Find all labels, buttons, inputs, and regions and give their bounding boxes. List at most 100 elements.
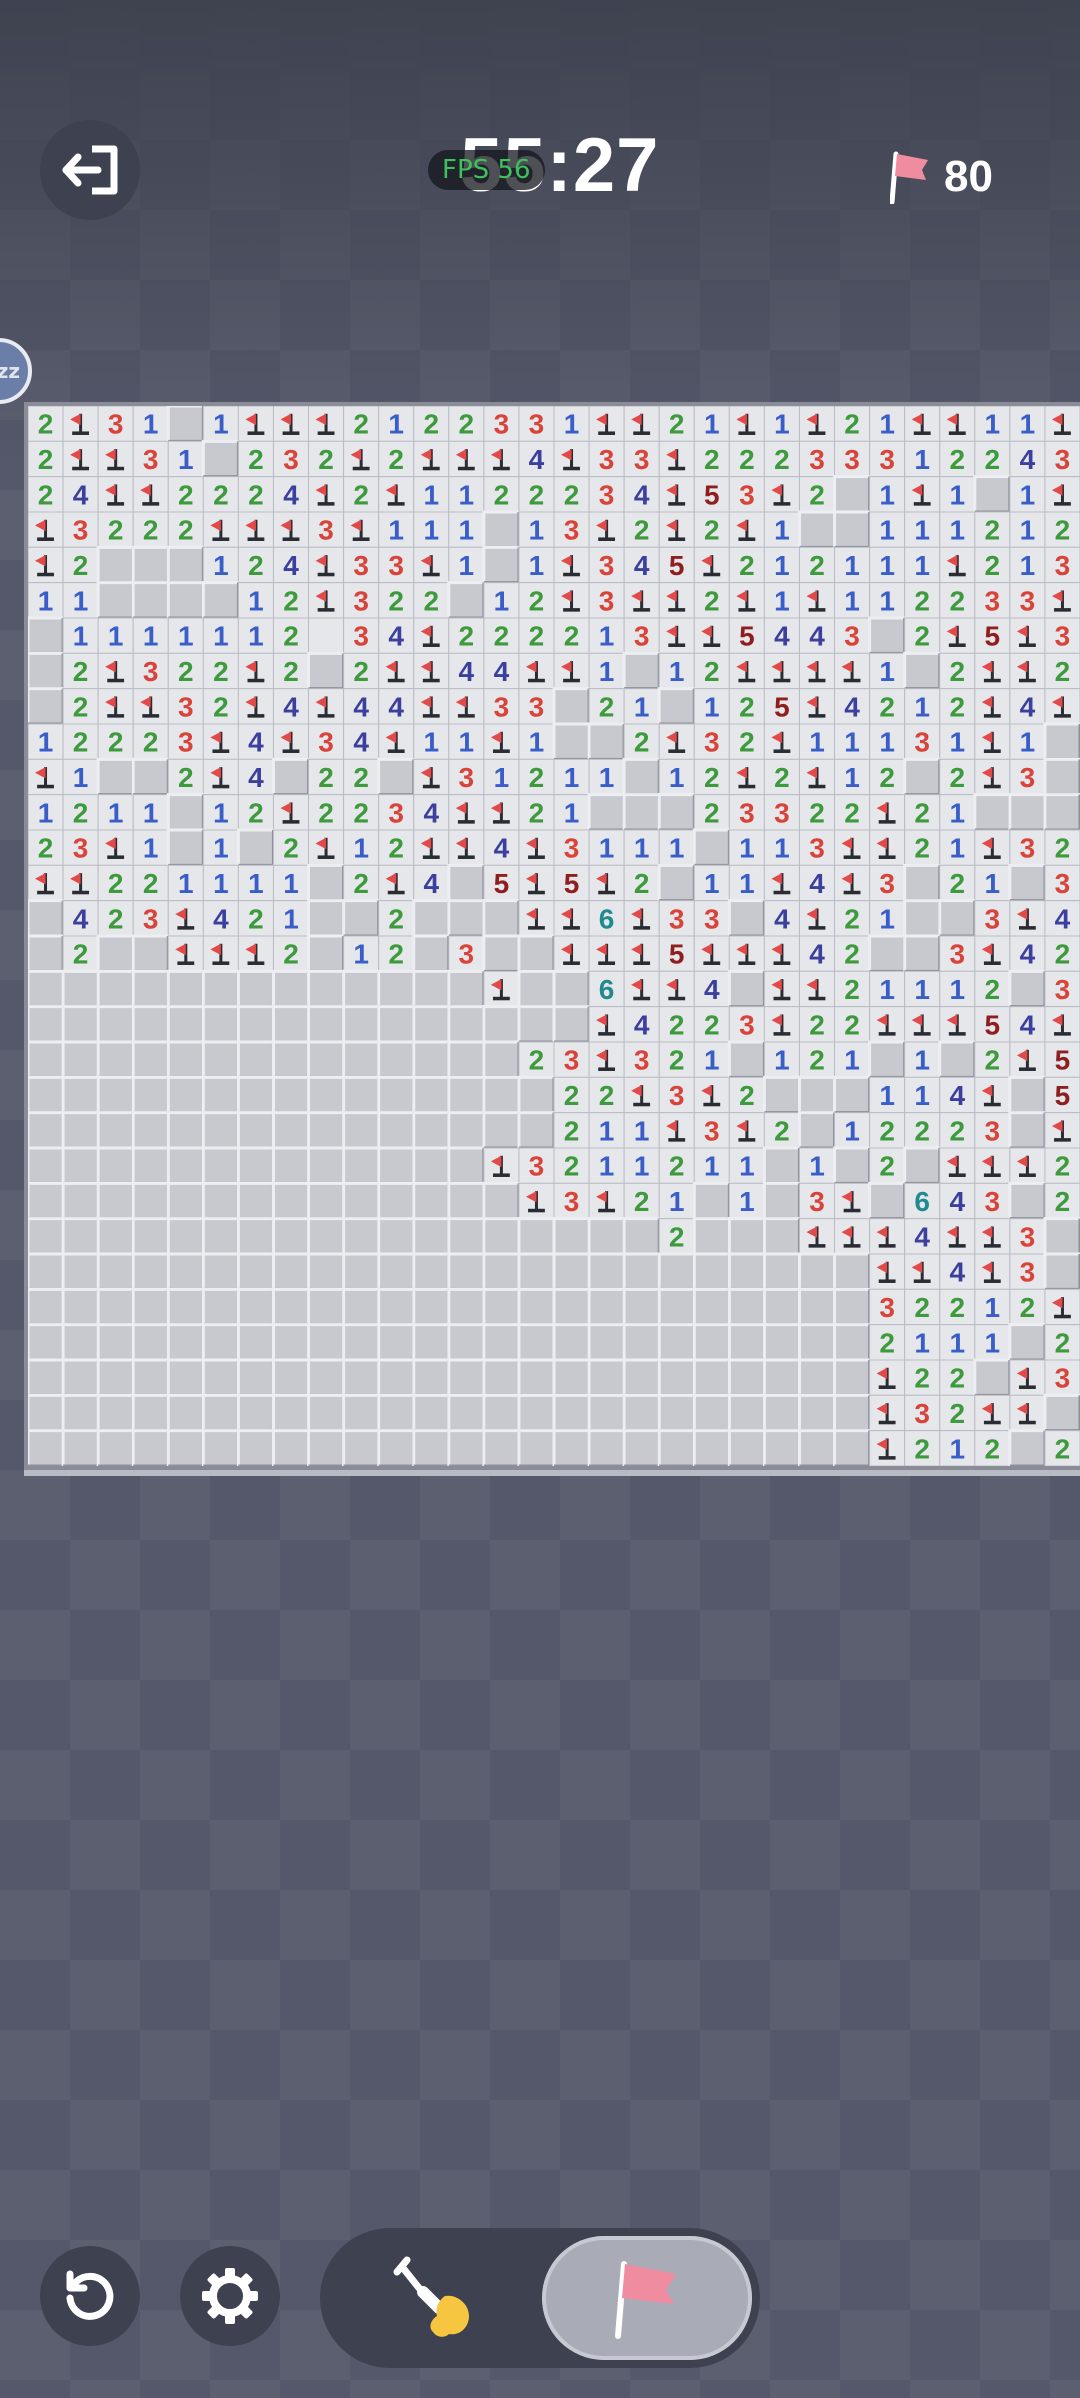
flagged-cell[interactable] bbox=[553, 582, 590, 619]
unrevealed-cell[interactable] bbox=[166, 1075, 205, 1115]
unrevealed-cell[interactable] bbox=[868, 934, 907, 973]
flagged-cell[interactable] bbox=[483, 794, 520, 831]
unrevealed-cell[interactable] bbox=[131, 581, 170, 620]
flagged-cell[interactable] bbox=[1044, 1112, 1080, 1149]
flagged-cell[interactable] bbox=[798, 688, 836, 725]
number-cell[interactable]: 2 bbox=[834, 970, 871, 1008]
flagged-cell[interactable] bbox=[448, 688, 485, 725]
number-cell[interactable]: 4 bbox=[904, 1218, 941, 1255]
flagged-cell[interactable] bbox=[518, 900, 555, 937]
number-cell[interactable]: 1 bbox=[448, 546, 485, 584]
unrevealed-cell[interactable] bbox=[61, 1075, 100, 1115]
flagged-cell[interactable] bbox=[28, 758, 64, 796]
unrevealed-cell[interactable] bbox=[412, 1323, 451, 1362]
unrevealed-cell[interactable] bbox=[377, 969, 416, 1009]
unrevealed-cell[interactable] bbox=[517, 969, 556, 1009]
unrevealed-cell[interactable] bbox=[833, 475, 872, 514]
flagged-cell[interactable] bbox=[553, 546, 590, 584]
number-cell[interactable]: 4 bbox=[413, 864, 450, 902]
number-cell[interactable]: 4 bbox=[62, 900, 99, 937]
unrevealed-cell[interactable] bbox=[236, 1075, 275, 1115]
number-cell[interactable]: 4 bbox=[272, 476, 310, 513]
flagged-cell[interactable] bbox=[623, 970, 660, 1008]
unrevealed-cell[interactable] bbox=[342, 1323, 381, 1362]
number-cell[interactable]: 4 bbox=[237, 723, 274, 760]
number-cell[interactable]: 2 bbox=[483, 476, 520, 513]
number-cell[interactable]: 3 bbox=[763, 794, 800, 831]
unrevealed-cell[interactable] bbox=[201, 1217, 240, 1256]
unrevealed-cell[interactable] bbox=[868, 1040, 907, 1079]
flagged-cell[interactable] bbox=[798, 758, 836, 796]
unrevealed-cell[interactable] bbox=[727, 1323, 766, 1362]
number-cell[interactable]: 4 bbox=[798, 617, 836, 654]
unrevealed-cell[interactable] bbox=[236, 1393, 275, 1433]
number-cell[interactable]: 1 bbox=[939, 723, 976, 760]
flagged-cell[interactable] bbox=[1009, 1394, 1046, 1432]
unrevealed-cell[interactable] bbox=[377, 1111, 416, 1150]
unrevealed-cell[interactable] bbox=[166, 1146, 205, 1185]
unrevealed-cell[interactable] bbox=[342, 1393, 381, 1433]
unrevealed-cell[interactable] bbox=[201, 1181, 240, 1221]
unrevealed-cell[interactable] bbox=[622, 1217, 661, 1256]
flagged-cell[interactable] bbox=[413, 758, 450, 796]
number-cell[interactable]: 1 bbox=[413, 511, 450, 548]
unrevealed-cell[interactable] bbox=[482, 1252, 521, 1291]
number-cell[interactable]: 3 bbox=[798, 1182, 836, 1220]
flagged-cell[interactable] bbox=[974, 688, 1011, 725]
number-cell[interactable]: 3 bbox=[553, 1182, 590, 1220]
unrevealed-cell[interactable] bbox=[517, 1429, 556, 1466]
unrevealed-cell[interactable] bbox=[447, 1393, 486, 1433]
unrevealed-cell[interactable] bbox=[903, 1146, 942, 1185]
number-cell[interactable]: 1 bbox=[869, 970, 906, 1008]
unrevealed-cell[interactable] bbox=[307, 1181, 346, 1221]
number-cell[interactable]: 3 bbox=[623, 617, 660, 654]
number-cell[interactable]: 3 bbox=[518, 406, 555, 442]
number-cell[interactable]: 1 bbox=[763, 546, 800, 584]
number-cell[interactable]: 3 bbox=[343, 582, 380, 619]
flagged-cell[interactable] bbox=[763, 652, 800, 690]
unrevealed-cell[interactable] bbox=[28, 1323, 65, 1362]
number-cell[interactable]: 3 bbox=[343, 546, 380, 584]
number-cell[interactable]: 2 bbox=[1009, 1288, 1046, 1326]
flagged-cell[interactable] bbox=[728, 652, 765, 690]
unrevealed-cell[interactable] bbox=[1008, 863, 1047, 903]
number-cell[interactable]: 2 bbox=[728, 1076, 765, 1114]
number-cell[interactable]: 4 bbox=[1044, 900, 1080, 937]
number-cell[interactable]: 1 bbox=[237, 582, 274, 619]
unrevealed-cell[interactable] bbox=[131, 1358, 170, 1397]
unrevealed-cell[interactable] bbox=[412, 1005, 451, 1044]
number-cell[interactable]: 1 bbox=[693, 688, 730, 725]
number-cell[interactable]: 1 bbox=[448, 476, 485, 513]
unrevealed-cell[interactable] bbox=[28, 616, 65, 655]
number-cell[interactable]: 3 bbox=[728, 794, 765, 831]
number-cell[interactable]: 2 bbox=[413, 582, 450, 619]
number-cell[interactable]: 2 bbox=[869, 758, 906, 796]
flagged-cell[interactable] bbox=[939, 406, 976, 442]
unrevealed-cell[interactable] bbox=[412, 1146, 451, 1185]
unrevealed-cell[interactable] bbox=[447, 1429, 486, 1466]
unrevealed-cell[interactable] bbox=[938, 1040, 977, 1079]
number-cell[interactable]: 2 bbox=[798, 546, 836, 584]
number-cell[interactable]: 1 bbox=[623, 829, 660, 866]
number-cell[interactable]: 2 bbox=[588, 1076, 625, 1114]
flagged-cell[interactable] bbox=[869, 1430, 906, 1466]
unrevealed-cell[interactable] bbox=[131, 1181, 170, 1221]
unrevealed-cell[interactable] bbox=[61, 1111, 100, 1150]
flagged-cell[interactable] bbox=[413, 546, 450, 584]
unrevealed-cell[interactable] bbox=[973, 1358, 1012, 1397]
unrevealed-cell[interactable] bbox=[727, 1252, 766, 1291]
number-cell[interactable]: 2 bbox=[518, 794, 555, 831]
unrevealed-cell[interactable] bbox=[342, 1287, 381, 1327]
flagged-cell[interactable] bbox=[62, 864, 99, 902]
flagged-cell[interactable] bbox=[343, 511, 380, 548]
number-cell[interactable]: 2 bbox=[658, 1041, 695, 1078]
number-cell[interactable]: 2 bbox=[834, 900, 871, 937]
number-cell[interactable]: 3 bbox=[62, 829, 99, 866]
number-cell[interactable]: 2 bbox=[448, 406, 485, 442]
number-cell[interactable]: 5 bbox=[763, 688, 800, 725]
number-cell[interactable]: 2 bbox=[658, 1218, 695, 1255]
number-cell[interactable]: 3 bbox=[378, 794, 415, 831]
number-cell[interactable]: 3 bbox=[518, 688, 555, 725]
number-cell[interactable]: 2 bbox=[28, 829, 64, 866]
unrevealed-cell[interactable] bbox=[236, 1005, 275, 1044]
